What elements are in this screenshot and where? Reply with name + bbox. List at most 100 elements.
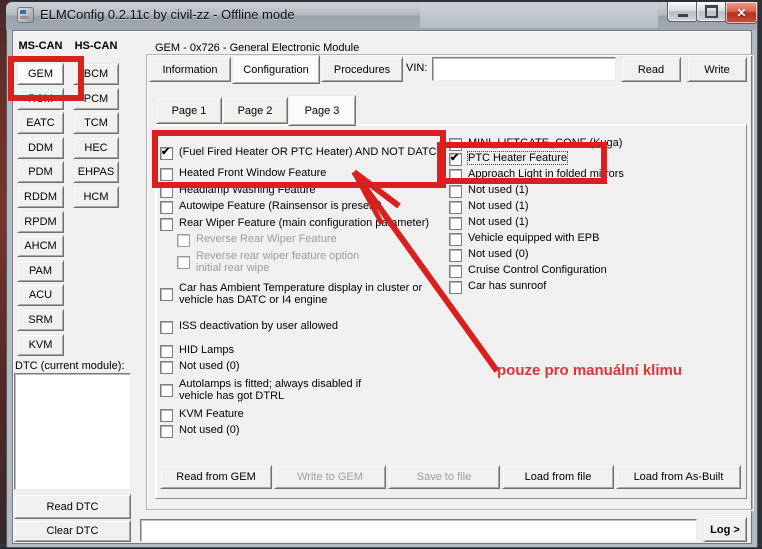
module-button-srm[interactable]: SRM bbox=[17, 309, 64, 331]
module-button-ehpas[interactable]: EHPAS bbox=[73, 161, 119, 183]
checkbox[interactable] bbox=[449, 281, 462, 294]
checkbox-label[interactable]: Cruise Control Configuration bbox=[468, 264, 607, 276]
checkbox[interactable] bbox=[160, 425, 173, 438]
module-button-rddm[interactable]: RDDM bbox=[17, 186, 64, 208]
checkbox-label[interactable]: Reverse rear wiper feature optioninitial… bbox=[196, 250, 359, 274]
checkbox[interactable] bbox=[177, 256, 190, 269]
module-button-bcm[interactable]: BCM bbox=[73, 63, 119, 85]
module-button-pam[interactable]: PAM bbox=[17, 260, 64, 282]
load-from-file-button[interactable]: Load from file bbox=[502, 465, 614, 489]
page-tab-page-3[interactable]: Page 3 bbox=[288, 95, 356, 126]
checkbox-label[interactable]: KVM Feature bbox=[179, 408, 244, 420]
checkbox[interactable] bbox=[449, 265, 462, 278]
checkbox-row[interactable]: Vehicle equipped with EPB bbox=[449, 232, 599, 246]
checkbox-row[interactable]: HID Lamps bbox=[160, 344, 234, 358]
checkbox[interactable] bbox=[160, 185, 173, 198]
checkbox-row[interactable]: Headlamp Washing Feature bbox=[160, 184, 316, 198]
checkbox-row[interactable]: Not used (0) bbox=[449, 248, 529, 262]
checkbox[interactable] bbox=[160, 384, 173, 397]
clear-dtc-button[interactable]: Clear DTC bbox=[14, 520, 131, 542]
checkbox-row[interactable]: Not used (1) bbox=[449, 200, 529, 214]
checkbox-label[interactable]: HID Lamps bbox=[179, 344, 234, 356]
checkbox-label[interactable]: Car has Ambient Temperature display in c… bbox=[179, 282, 422, 306]
vin-input[interactable] bbox=[432, 57, 616, 81]
module-button-acu[interactable]: ACU bbox=[17, 284, 64, 306]
checkbox-row[interactable]: Autolamps is fitted; always disabled ifv… bbox=[160, 378, 361, 402]
tab-procedures[interactable]: Procedures bbox=[321, 57, 403, 82]
checkbox-row[interactable]: Not used (1) bbox=[449, 184, 529, 198]
checkbox-label[interactable]: Autowipe Feature (Rainsensor is present) bbox=[179, 200, 382, 212]
read-dtc-button[interactable]: Read DTC bbox=[14, 494, 131, 519]
read-button[interactable]: Read bbox=[621, 57, 681, 82]
checkbox-row[interactable]: Reverse rear wiper feature optioninitial… bbox=[177, 250, 359, 274]
checkbox[interactable] bbox=[177, 234, 190, 247]
read-from-gem-button[interactable]: Read from GEM bbox=[160, 465, 272, 489]
checkbox-row[interactable]: MINI_LIFTGATE_CONF (Kuga) bbox=[449, 137, 622, 151]
checkbox[interactable] bbox=[449, 201, 462, 214]
checkbox-row[interactable]: ISS deactivation by user allowed bbox=[160, 320, 338, 334]
checkbox-row[interactable]: Not used (1) bbox=[449, 216, 529, 230]
checkbox[interactable] bbox=[160, 345, 173, 358]
checkbox[interactable] bbox=[160, 361, 173, 374]
maximize-button[interactable] bbox=[696, 2, 727, 22]
module-button-rcm[interactable]: RCM bbox=[17, 88, 64, 110]
checkbox-row[interactable]: Approach Light in folded mirrors bbox=[449, 168, 624, 182]
checkbox[interactable] bbox=[449, 217, 462, 230]
log-button[interactable]: Log > bbox=[703, 517, 747, 542]
module-button-ahcm[interactable]: AHCM bbox=[17, 235, 64, 257]
module-button-eatc[interactable]: EATC bbox=[17, 112, 64, 134]
checkbox-row[interactable]: Not used (0) bbox=[160, 424, 240, 438]
checkbox-row[interactable]: Reverse Rear Wiper Feature bbox=[177, 233, 337, 247]
close-button[interactable]: ✕ bbox=[725, 2, 758, 24]
checkbox-label[interactable]: Autolamps is fitted; always disabled ifv… bbox=[179, 378, 361, 402]
checkbox-label[interactable]: Not used (1) bbox=[468, 216, 529, 228]
checkbox-label[interactable]: Reverse Rear Wiper Feature bbox=[196, 233, 337, 245]
checkbox-label[interactable]: Not used (0) bbox=[179, 360, 240, 372]
checkbox-row[interactable]: Rear Wiper Feature (main configuration p… bbox=[160, 217, 429, 231]
checkbox[interactable] bbox=[160, 321, 173, 334]
checkbox[interactable] bbox=[160, 201, 173, 214]
module-button-gem[interactable]: GEM bbox=[17, 63, 64, 85]
module-button-ddm[interactable]: DDM bbox=[17, 137, 64, 159]
checkbox-row[interactable]: Cruise Control Configuration bbox=[449, 264, 607, 278]
checkbox-row[interactable]: ✔ (Fuel Fired Heater OR PTC Heater) AND N… bbox=[160, 146, 437, 160]
module-button-kvm[interactable]: KVM bbox=[17, 334, 64, 356]
module-button-tcm[interactable]: TCM bbox=[73, 112, 119, 134]
checkbox-label[interactable]: ISS deactivation by user allowed bbox=[179, 320, 338, 332]
page-tab-page-1[interactable]: Page 1 bbox=[156, 97, 222, 124]
checkbox-row[interactable]: Car has sunroof bbox=[449, 280, 546, 294]
checkbox-label[interactable]: Headlamp Washing Feature bbox=[179, 184, 316, 196]
checkbox[interactable] bbox=[160, 218, 173, 231]
minimize-button[interactable] bbox=[667, 2, 698, 22]
checkbox-label[interactable]: Not used (1) bbox=[468, 184, 529, 196]
checkbox-row[interactable]: Not used (0) bbox=[160, 360, 240, 374]
checkbox-row[interactable]: KVM Feature bbox=[160, 408, 244, 422]
checkbox[interactable] bbox=[449, 169, 462, 182]
checkbox-label[interactable]: Not used (0) bbox=[179, 424, 240, 436]
module-button-pcm[interactable]: PCM bbox=[73, 88, 119, 110]
checkbox-label[interactable]: (Fuel Fired Heater OR PTC Heater) AND NO… bbox=[179, 146, 437, 158]
checkbox-label[interactable]: Car has sunroof bbox=[468, 280, 546, 292]
checkbox[interactable]: ✔ bbox=[160, 147, 173, 160]
module-button-pdm[interactable]: PDM bbox=[17, 161, 64, 183]
checkbox[interactable] bbox=[160, 168, 173, 181]
checkbox-row[interactable]: Heated Front Window Feature bbox=[160, 167, 326, 181]
tab-information[interactable]: Information bbox=[149, 57, 231, 82]
checkbox[interactable] bbox=[160, 409, 173, 422]
checkbox-row[interactable]: Autowipe Feature (Rainsensor is present) bbox=[160, 200, 382, 214]
checkbox-label[interactable]: Approach Light in folded mirrors bbox=[468, 168, 624, 180]
checkbox-label[interactable]: Not used (1) bbox=[468, 200, 529, 212]
write-button[interactable]: Write bbox=[687, 57, 747, 82]
checkbox-label[interactable]: Rear Wiper Feature (main configuration p… bbox=[179, 217, 429, 229]
checkbox-label[interactable]: Vehicle equipped with EPB bbox=[468, 232, 599, 244]
load-from-as-built-button[interactable]: Load from As-Built bbox=[616, 465, 741, 489]
tab-configuration[interactable]: Configuration bbox=[232, 55, 320, 84]
checkbox-label[interactable]: PTC Heater Feature bbox=[468, 152, 567, 164]
checkbox[interactable] bbox=[449, 185, 462, 198]
checkbox[interactable] bbox=[449, 138, 462, 151]
page-tab-page-2[interactable]: Page 2 bbox=[222, 97, 288, 124]
checkbox[interactable] bbox=[449, 249, 462, 262]
checkbox-row[interactable]: Car has Ambient Temperature display in c… bbox=[160, 282, 422, 306]
checkbox[interactable]: ✔ bbox=[449, 153, 462, 166]
checkbox[interactable] bbox=[160, 288, 173, 301]
